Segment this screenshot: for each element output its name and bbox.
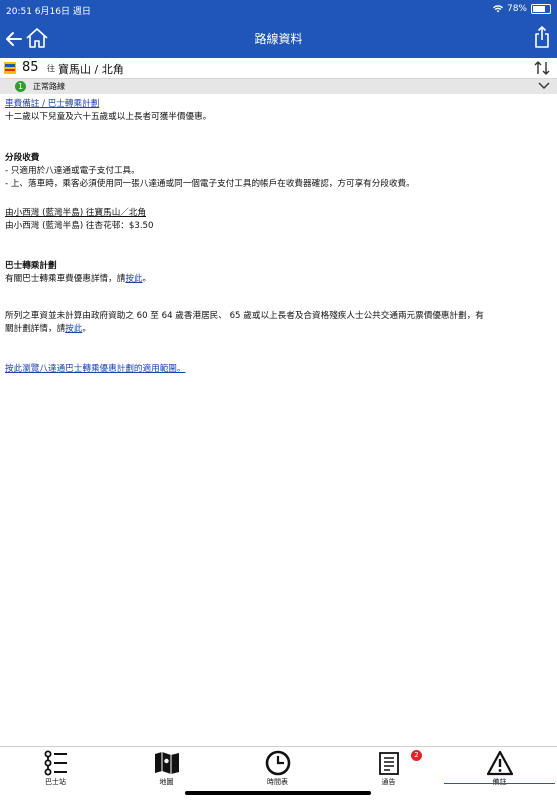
- route-variant-label: 正常路線: [33, 82, 65, 91]
- tab-map-label: 地圖: [159, 778, 174, 786]
- bus-stop-list-icon: [44, 750, 67, 776]
- map-icon: [154, 752, 179, 774]
- clock-icon: [265, 750, 290, 776]
- route-variant-index: 1: [15, 81, 26, 92]
- share-icon[interactable]: [534, 26, 550, 48]
- interchange-text-pre: 有關巴士轉乘車費優惠詳情，請: [5, 274, 126, 284]
- battery-icon: [531, 4, 551, 14]
- route-header: 85 往 寶馬山 / 北角: [0, 58, 557, 79]
- fare-section-value: 由小西灣 (藍灣半島) 往杏花邨：$3.50: [5, 221, 154, 231]
- home-indicator: [185, 791, 371, 795]
- route-destination: 寶馬山 / 北角: [58, 63, 124, 76]
- status-time-date: 20:51 6月16日 週日: [6, 7, 91, 17]
- route-to-label: 往: [47, 64, 55, 73]
- tab-bus-stops[interactable]: 巴士站: [0, 747, 111, 801]
- warning-icon: [486, 750, 513, 776]
- route-number: 85: [22, 60, 39, 75]
- fare-section-heading: 由小西灣 (藍灣半島) 往寶馬山／北角: [5, 208, 147, 218]
- status-bar: 20:51 6月16日 週日 78%: [0, 0, 557, 18]
- status-right: 78%: [492, 4, 551, 14]
- two-dollar-scheme-line-1: 所列之車資並未計算由政府資助之 60 至 64 歲香港居民、 65 歲或以上長者…: [5, 311, 484, 321]
- interchange-text-post: 。: [142, 274, 152, 284]
- wifi-icon: [492, 5, 503, 13]
- interchange-details-link[interactable]: 按此: [125, 274, 142, 284]
- tab-remarks[interactable]: 備註: [444, 747, 555, 801]
- tab-bus-stops-label: 巴士站: [45, 778, 66, 786]
- bus-icon: [4, 62, 16, 74]
- two-dollar-text-post: 。: [82, 324, 91, 334]
- route-variant-selector[interactable]: 1 正常路線: [0, 79, 557, 94]
- swap-direction-icon[interactable]: [534, 60, 550, 76]
- two-dollar-scheme-link[interactable]: 按此: [65, 324, 82, 334]
- tab-timetable-label: 時間表: [267, 778, 288, 786]
- two-dollar-text-pre: 關計劃詳情，請: [5, 324, 66, 334]
- nav-bar: 路線資料: [0, 18, 557, 58]
- chevron-down-icon[interactable]: [537, 80, 551, 92]
- octopus-interchange-scope-link[interactable]: 按此瀏覽八達通巴士轉乘優惠計劃的適用範圍。: [5, 364, 185, 374]
- section-fare-title: 分段收費: [5, 153, 40, 163]
- fare-remarks-title: 車費備註 / 巴士轉乘計劃: [5, 99, 100, 109]
- fare-concession-text: 十二歲以下兒童及六十五歲或以上長者可獲半價優惠。: [5, 112, 212, 122]
- two-dollar-scheme-line-2: 關計劃詳情，請按此。: [5, 323, 550, 336]
- section-fare-line-1: - 只適用於八達通或電子支付工具。: [5, 166, 140, 176]
- tab-remarks-label: 備註: [492, 778, 507, 786]
- section-fare-line-2: - 上、落車時，乘客必須使用同一張八達通或同一個電子支付工具的帳戶在收費器確認，…: [5, 179, 415, 189]
- tab-notices-label: 通告: [381, 778, 396, 786]
- battery-percent: 78%: [506, 4, 527, 14]
- notice-icon: [378, 752, 399, 775]
- interchange-text: 有關巴士轉乘車費優惠詳情，請按此。: [5, 273, 550, 286]
- notice-badge: 2: [411, 750, 422, 761]
- interchange-title: 巴士轉乘計劃: [5, 261, 57, 271]
- page-title: 路線資料: [254, 32, 303, 46]
